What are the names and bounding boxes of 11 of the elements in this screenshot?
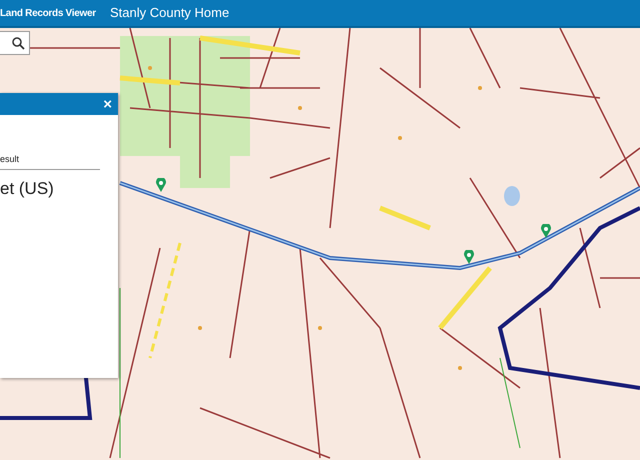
app-title: Land Records Viewer (0, 6, 97, 20)
search-button[interactable] (0, 31, 30, 55)
close-button[interactable]: × (103, 96, 112, 112)
map-pin-icon[interactable] (541, 224, 551, 238)
map-pin-icon[interactable] (156, 178, 166, 192)
panel-tab[interactable]: esult (0, 153, 118, 166)
map-pin-icon[interactable] (464, 250, 474, 264)
home-link[interactable]: Stanly County Home (110, 3, 230, 23)
search-icon (12, 36, 25, 50)
parcel-map[interactable]: × esult et (US) (0, 28, 640, 460)
result-heading: et (US) (0, 178, 55, 200)
